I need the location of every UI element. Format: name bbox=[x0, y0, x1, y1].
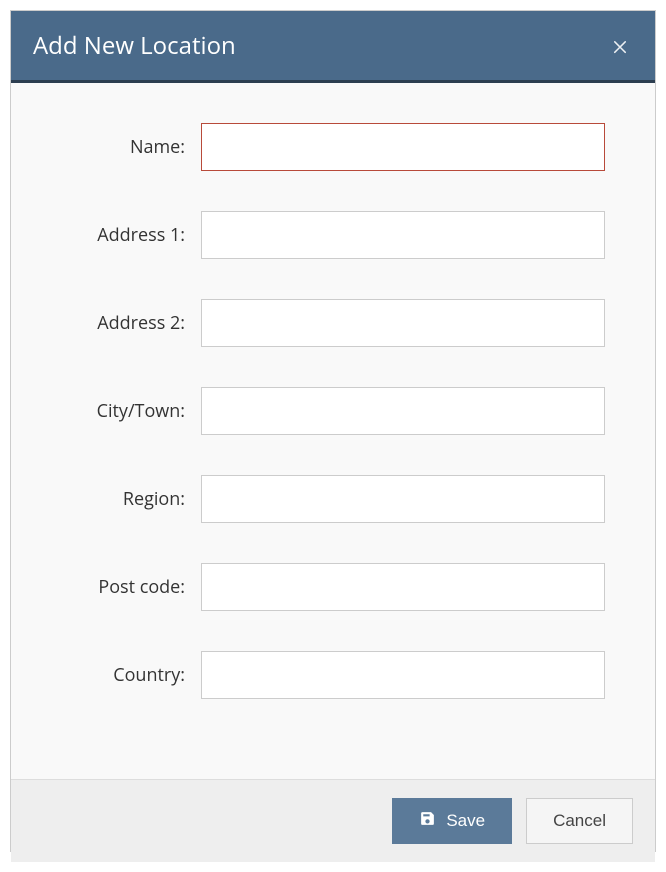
address2-input[interactable] bbox=[201, 299, 605, 347]
city-input[interactable] bbox=[201, 387, 605, 435]
country-input[interactable] bbox=[201, 651, 605, 699]
name-label: Name: bbox=[41, 135, 201, 159]
save-button[interactable]: Save bbox=[392, 798, 512, 844]
city-label: City/Town: bbox=[41, 399, 201, 423]
field-row-postcode: Post code: bbox=[41, 563, 605, 611]
field-row-region: Region: bbox=[41, 475, 605, 523]
cancel-button[interactable]: Cancel bbox=[526, 798, 633, 844]
region-input[interactable] bbox=[201, 475, 605, 523]
field-row-country: Country: bbox=[41, 651, 605, 699]
region-label: Region: bbox=[41, 487, 201, 511]
name-input[interactable] bbox=[201, 123, 605, 171]
field-row-name: Name: bbox=[41, 123, 605, 171]
country-label: Country: bbox=[41, 663, 201, 687]
save-button-label: Save bbox=[446, 811, 485, 831]
dialog-body: Name: Address 1: Address 2: City/Town: R… bbox=[11, 83, 655, 779]
dialog-header: Add New Location bbox=[11, 11, 655, 83]
field-row-address2: Address 2: bbox=[41, 299, 605, 347]
address1-label: Address 1: bbox=[41, 223, 201, 247]
close-icon bbox=[611, 37, 629, 55]
close-button[interactable] bbox=[607, 33, 633, 59]
address2-label: Address 2: bbox=[41, 311, 201, 335]
postcode-input[interactable] bbox=[201, 563, 605, 611]
save-icon bbox=[419, 810, 436, 832]
address1-input[interactable] bbox=[201, 211, 605, 259]
cancel-button-label: Cancel bbox=[553, 811, 606, 831]
dialog-footer: Save Cancel bbox=[11, 779, 655, 862]
dialog-title: Add New Location bbox=[33, 29, 236, 62]
postcode-label: Post code: bbox=[41, 575, 201, 599]
field-row-address1: Address 1: bbox=[41, 211, 605, 259]
field-row-city: City/Town: bbox=[41, 387, 605, 435]
add-location-dialog: Add New Location Name: Address 1: Addres… bbox=[10, 10, 656, 852]
